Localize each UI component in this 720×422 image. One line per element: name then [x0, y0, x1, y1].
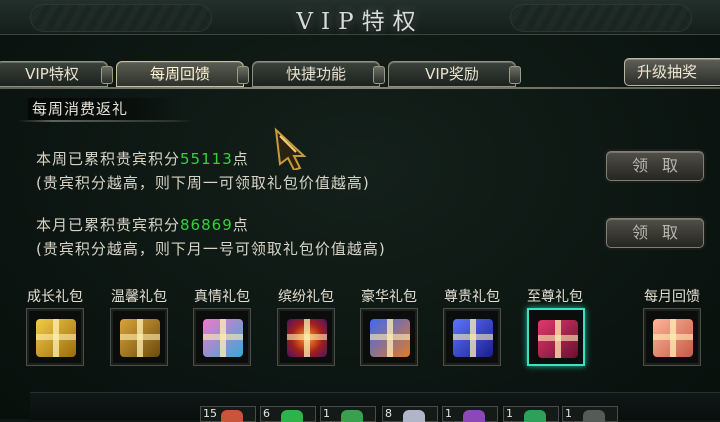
gold-gift-icon — [36, 319, 76, 357]
tab-label: 每周回馈 — [149, 65, 210, 83]
reward-item-count: 1 — [565, 407, 572, 420]
gift-label-colorful: 缤纷礼包 — [278, 289, 334, 305]
reward-item-count: 1 — [445, 407, 452, 420]
weekly-points-suffix: 点 — [232, 150, 249, 168]
weekly-points-line: 本周已累积贵宾积分55113点 — [36, 148, 249, 169]
reward-item-icon — [341, 410, 363, 422]
gift-label-luxury: 豪华礼包 — [361, 289, 417, 305]
reward-item-slot[interactable]: 1 — [442, 406, 498, 422]
title-bar: VIP特权 — [0, 0, 720, 35]
gift-label-noble: 尊贵礼包 — [444, 289, 500, 305]
reward-item-icon — [281, 410, 303, 422]
monthly-points-value: 86869 — [180, 216, 233, 234]
monthly-points-prefix: 本月已累积贵宾积分 — [36, 216, 181, 234]
monthly-claim-button[interactable]: 领取 — [606, 218, 704, 248]
weekly-points-value: 55113 — [180, 150, 233, 168]
peach-gift-icon — [653, 319, 693, 357]
gift-label-warm: 温馨礼包 — [111, 289, 167, 305]
reward-item-slot[interactable]: 1 — [320, 406, 376, 422]
reward-item-slot[interactable]: 1 — [562, 406, 618, 422]
upgrade-draw-button[interactable]: 升级抽奖 — [624, 58, 720, 86]
gift-slot-colorful[interactable] — [277, 308, 335, 366]
reward-item-icon — [583, 410, 605, 422]
reward-item-icon — [524, 410, 546, 422]
reward-item-slot[interactable]: 15 — [200, 406, 256, 422]
gift-slot-sincere[interactable] — [193, 308, 251, 366]
vip-window: VIP特权 VIP特权 每周回馈 快捷功能 VIP奖励 升级抽奖 每周消费返礼 … — [0, 0, 720, 422]
tab-cap — [509, 66, 521, 84]
gift-label-growth: 成长礼包 — [27, 289, 83, 305]
tab-divider — [0, 87, 720, 89]
gift-slot-warm[interactable] — [110, 308, 168, 366]
reward-item-slot[interactable]: 6 — [260, 406, 316, 422]
tab-cap — [101, 66, 113, 84]
blue-orange-gift-icon — [370, 319, 410, 357]
tab-weekly-feedback[interactable]: 每周回馈 — [116, 61, 249, 87]
section-heading: 每周消费返礼 — [18, 98, 192, 122]
gift-slot-growth[interactable] — [26, 308, 84, 366]
gift-label-supreme: 至尊礼包 — [527, 289, 583, 305]
monthly-note: (贵宾积分越高，则下月一号可领取礼包价值越高) — [36, 240, 386, 258]
monthly-points-line: 本月已累积贵宾积分86869点 — [36, 214, 249, 235]
window-title: VIP特权 — [296, 9, 424, 35]
reward-item-slot[interactable]: 8 — [382, 406, 438, 422]
tab-label: 快捷功能 — [285, 65, 346, 83]
reward-item-slot[interactable]: 1 — [503, 406, 559, 422]
crimson-gift-icon — [538, 320, 578, 358]
tab-cap — [237, 66, 249, 84]
reward-item-count: 1 — [323, 407, 330, 420]
tab-vip-rewards[interactable]: VIP奖励 — [388, 61, 521, 87]
reward-item-count: 8 — [385, 407, 392, 420]
gift-label-monthly: 每月回馈 — [644, 289, 700, 305]
tab-label: VIP奖励 — [425, 65, 479, 83]
reward-item-count: 1 — [506, 407, 513, 420]
reward-item-count: 6 — [263, 407, 270, 420]
weekly-note: (贵宾积分越高，则下周一可领取礼包价值越高) — [36, 174, 370, 192]
tab-vip-privilege[interactable]: VIP特权 — [0, 61, 113, 87]
cursor-icon — [274, 127, 307, 170]
blue-gift-icon — [453, 319, 493, 357]
reward-item-count: 15 — [203, 407, 217, 420]
tab-cap — [373, 66, 385, 84]
reward-item-icon — [463, 410, 485, 422]
purple-orange-gift-icon — [287, 319, 327, 357]
monthly-points-suffix: 点 — [232, 216, 249, 234]
tab-label: VIP特权 — [25, 65, 79, 83]
gift-slot-monthly[interactable] — [643, 308, 701, 366]
gift-slot-luxury[interactable] — [360, 308, 418, 366]
pink-blue-gift-icon — [203, 319, 243, 357]
gift-slot-supreme[interactable] — [527, 308, 585, 366]
weekly-points-prefix: 本周已累积贵宾积分 — [36, 150, 181, 168]
reward-item-icon — [403, 410, 425, 422]
weekly-claim-button[interactable]: 领取 — [606, 151, 704, 181]
bronze-gift-icon — [120, 319, 160, 357]
gift-slot-noble[interactable] — [443, 308, 501, 366]
reward-item-icon — [221, 410, 243, 422]
gift-label-sincere: 真情礼包 — [194, 289, 250, 305]
tab-quick-functions[interactable]: 快捷功能 — [252, 61, 385, 87]
